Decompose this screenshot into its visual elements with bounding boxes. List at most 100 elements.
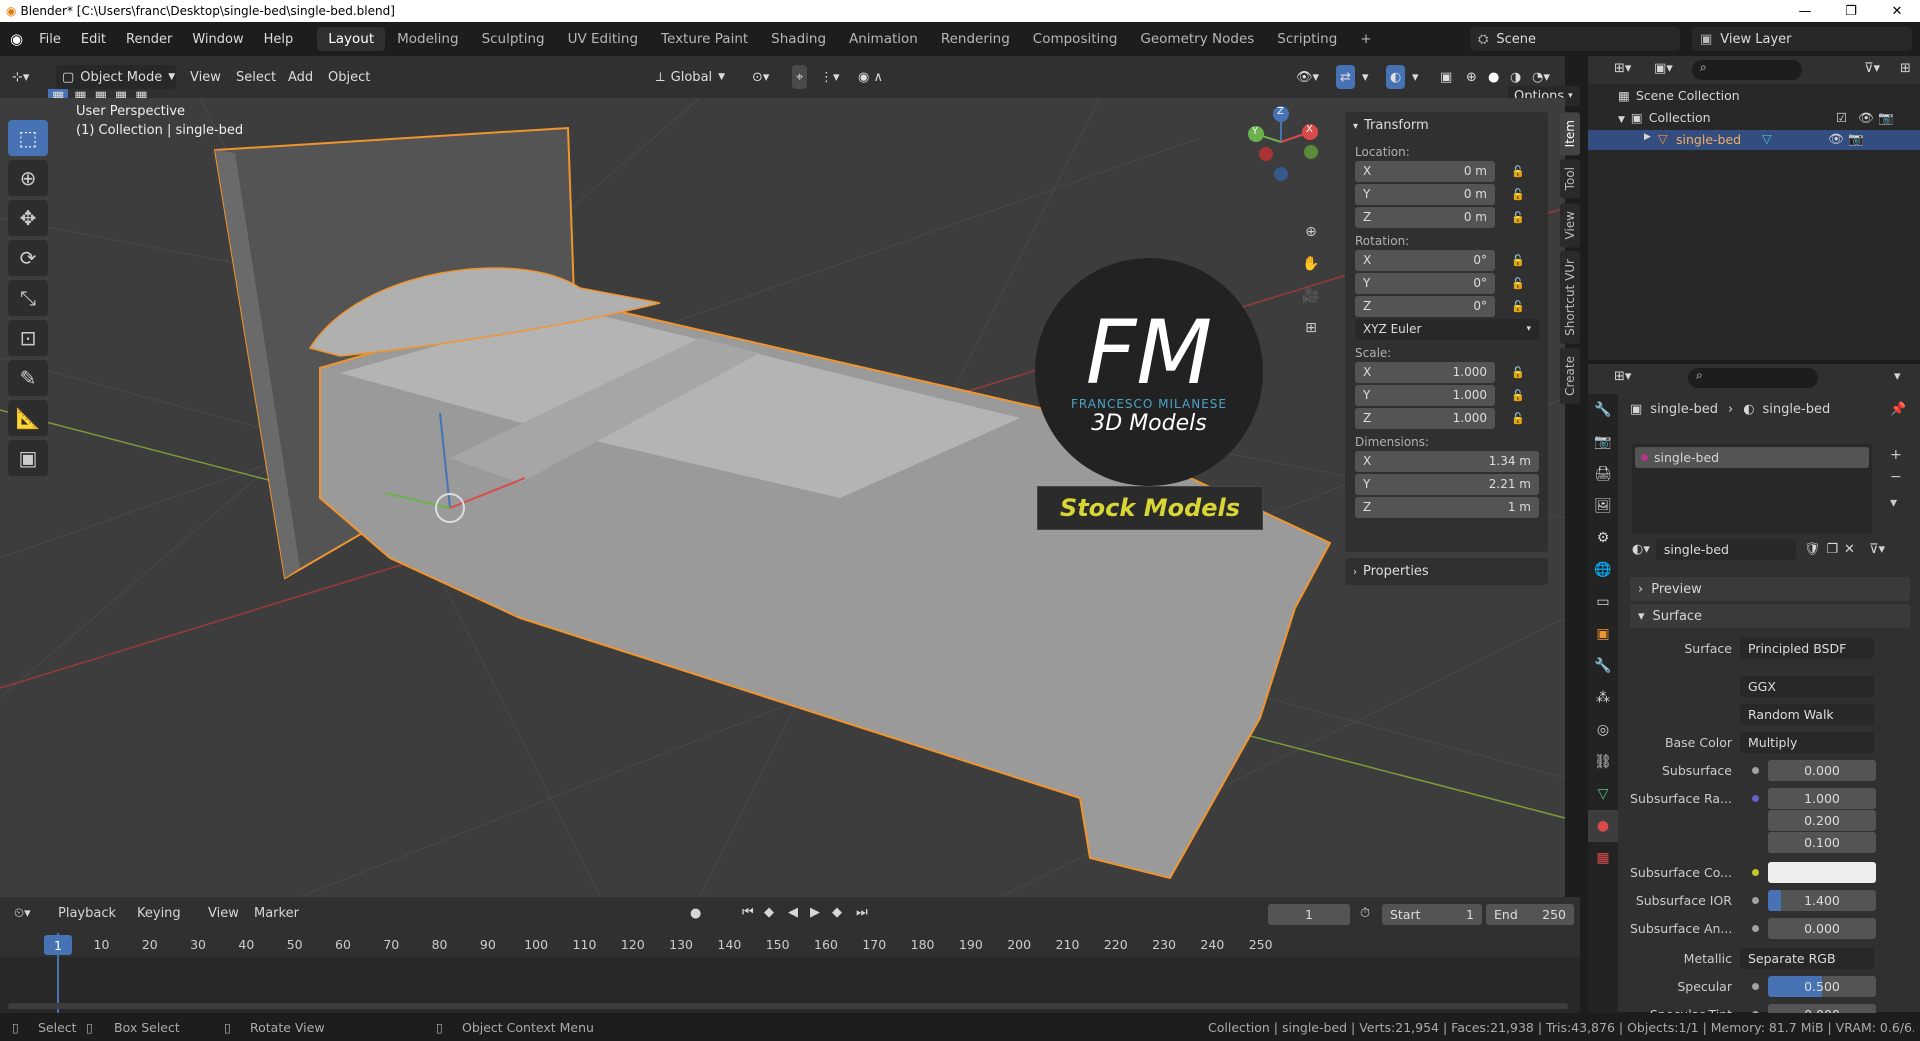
object-tab-icon[interactable]: ▣ (1588, 618, 1618, 650)
surface-panel-header[interactable]: ▾ Surface (1630, 604, 1910, 628)
menu-playback[interactable]: Playback (58, 906, 116, 921)
menu-window[interactable]: Window (182, 32, 253, 47)
socket-icon[interactable] (1752, 795, 1759, 802)
surface-row-field[interactable]: Separate RGB (1740, 948, 1874, 969)
maximize-button[interactable]: ❐ (1828, 0, 1874, 22)
tab-texture-paint[interactable]: Texture Paint (650, 27, 759, 51)
location-x-field[interactable]: X 0 m (1355, 160, 1495, 182)
select-box-tool-icon[interactable]: ⬚ (8, 120, 48, 156)
outliner-search-input[interactable]: ⌕ (1692, 60, 1802, 80)
frame-ruler[interactable]: 10 20 30 40 50 60 70 80 90 100 110 120 130 140 150 160 1… (0, 933, 1580, 957)
constraints-tab-icon[interactable]: ⛓ (1588, 746, 1618, 778)
editor-type-button[interactable]: ⊹▾ (12, 65, 48, 89)
surface-row-field[interactable]: 0.100 (1768, 832, 1876, 853)
navigation-gizmo[interactable]: Z X Y (1236, 104, 1326, 194)
tab-tool[interactable]: Tool (1560, 159, 1580, 199)
overlay-dropdown-icon[interactable]: ▾ (1412, 65, 1419, 89)
transform-tool-icon[interactable]: ⊡ (8, 320, 48, 356)
surface-row-field[interactable]: Multiply (1740, 732, 1874, 753)
camera-render-icon[interactable]: 📷 (1878, 110, 1894, 126)
end-frame-field[interactable]: End 250 (1486, 904, 1574, 925)
play-reverse-icon[interactable]: ◀ (788, 905, 798, 920)
overlay-toggle-icon[interactable]: ◐ (1386, 65, 1406, 89)
view-layer-selector[interactable]: ▣ View Layer (1692, 27, 1912, 51)
menu-help[interactable]: Help (254, 32, 304, 47)
playhead-frame-label[interactable]: 1 (44, 935, 72, 955)
editor-type-icon[interactable]: ⊞▾ (1614, 61, 1631, 76)
tab-create[interactable]: Create (1560, 347, 1580, 404)
modifier-tab-icon[interactable]: 🔧 (1588, 650, 1618, 682)
snap-toggle-icon[interactable]: ⌖ (792, 65, 808, 89)
menu-marker[interactable]: Marker (254, 906, 299, 921)
filter-icon[interactable]: ⊽▾ (1869, 542, 1885, 557)
display-mode-icon[interactable]: ▣▾ (1654, 61, 1673, 76)
menu-view[interactable]: View (208, 906, 239, 921)
socket-icon[interactable] (1752, 897, 1759, 904)
pin-icon[interactable]: 📌 (1890, 402, 1906, 417)
dimensions-x-field[interactable]: X 1.34 m (1355, 450, 1539, 472)
material-tab-icon[interactable]: ● (1588, 810, 1618, 842)
tab-compositing[interactable]: Compositing (1022, 27, 1129, 51)
camera-icon[interactable]: 🎥 (1297, 282, 1325, 310)
tab-shading[interactable]: Shading (760, 27, 837, 51)
fake-user-icon[interactable]: 🛡 (1804, 542, 1821, 557)
snap-target-icon[interactable]: ⋮▾ (820, 65, 840, 89)
rotation-x-field[interactable]: X 0° (1355, 249, 1495, 271)
lock-icon[interactable]: 🔓 (1511, 412, 1531, 425)
scale-y-field[interactable]: Y 1.000 (1355, 384, 1495, 406)
collection-tab-icon[interactable]: ▭ (1588, 586, 1618, 618)
tab-modeling[interactable]: Modeling (386, 27, 469, 51)
transform-orientation-selector[interactable]: ⟂ Global ▼ (652, 65, 744, 89)
eye-icon[interactable]: 👁 (1828, 131, 1844, 147)
lock-icon[interactable]: 🔓 (1511, 254, 1531, 267)
menu-file[interactable]: File (29, 32, 71, 47)
lock-icon[interactable]: 🔓 (1511, 389, 1531, 402)
3d-viewport[interactable]: User Perspective (1) Collection | single… (0, 98, 1565, 897)
duplicate-icon[interactable]: ❐ (1826, 542, 1838, 557)
tab-item[interactable]: Item (1560, 112, 1580, 156)
object-row-single-bed[interactable]: ▶ ▽ single-bed ▽ 👁 📷 (1588, 130, 1920, 150)
jump-start-icon[interactable]: ⏮ (742, 905, 754, 920)
scene-selector[interactable]: ⛭ Scene (1470, 27, 1680, 51)
next-keyframe-icon[interactable]: ◆ (832, 905, 842, 920)
cursor-tool-icon[interactable]: ⊕ (8, 160, 48, 196)
tab-view[interactable]: View (1560, 202, 1580, 248)
material-slot-item[interactable]: single-bed (1635, 447, 1869, 468)
remove-slot-icon[interactable]: − (1890, 466, 1902, 488)
preview-panel-header[interactable]: › Preview (1630, 577, 1910, 601)
gizmo-toggle-icon[interactable]: ⇄ (1336, 65, 1355, 89)
dimensions-z-field[interactable]: Z 1 m (1355, 496, 1539, 518)
start-frame-field[interactable]: Start 1 (1382, 904, 1482, 925)
lock-icon[interactable]: 🔓 (1511, 211, 1531, 224)
surface-row-field[interactable]: 0.000 (1768, 760, 1876, 781)
tab-uv-editing[interactable]: UV Editing (557, 27, 649, 51)
jump-end-icon[interactable]: ⏭ (856, 905, 868, 920)
material-name-field[interactable]: single-bed (1655, 538, 1796, 560)
chevron-down-icon[interactable]: ▾ (1894, 369, 1901, 384)
view-layer-tab-icon[interactable]: 🖼 (1588, 490, 1618, 522)
current-frame-field[interactable]: 1 (1268, 904, 1350, 925)
rotate-tool-icon[interactable]: ⟳ (8, 240, 48, 276)
pivot-point-icon[interactable]: ⊙▾ (752, 65, 769, 89)
socket-icon[interactable] (1752, 925, 1759, 932)
perspective-grid-icon[interactable]: ⊞ (1297, 314, 1325, 342)
output-tab-icon[interactable]: 🖨 (1588, 458, 1618, 490)
menu-view[interactable]: View (190, 65, 221, 89)
surface-row-field[interactable]: 0.500 (1768, 976, 1876, 997)
properties-subpanel-header[interactable]: › Properties (1345, 558, 1548, 585)
wireframe-shading-icon[interactable]: ⊕ (1466, 65, 1477, 89)
lock-icon[interactable]: 🔓 (1511, 188, 1531, 201)
editor-type-icon[interactable]: ⏲▾ (14, 906, 31, 921)
rotation-z-field[interactable]: Z 0° (1355, 295, 1495, 317)
play-icon[interactable]: ▶ (810, 905, 820, 920)
scale-tool-icon[interactable]: ⤡ (8, 280, 48, 316)
render-tab-icon[interactable]: 📷 (1588, 426, 1618, 458)
pan-hand-icon[interactable]: ✋ (1297, 250, 1325, 278)
minimize-button[interactable]: — (1782, 0, 1828, 22)
location-z-field[interactable]: Z 0 m (1355, 206, 1495, 228)
move-tool-icon[interactable]: ✥ (8, 200, 48, 236)
menu-edit[interactable]: Edit (71, 32, 116, 47)
surface-row-field[interactable]: Principled BSDF (1740, 638, 1874, 659)
surface-row-field[interactable]: GGX (1740, 676, 1874, 697)
tab-rendering[interactable]: Rendering (930, 27, 1021, 51)
